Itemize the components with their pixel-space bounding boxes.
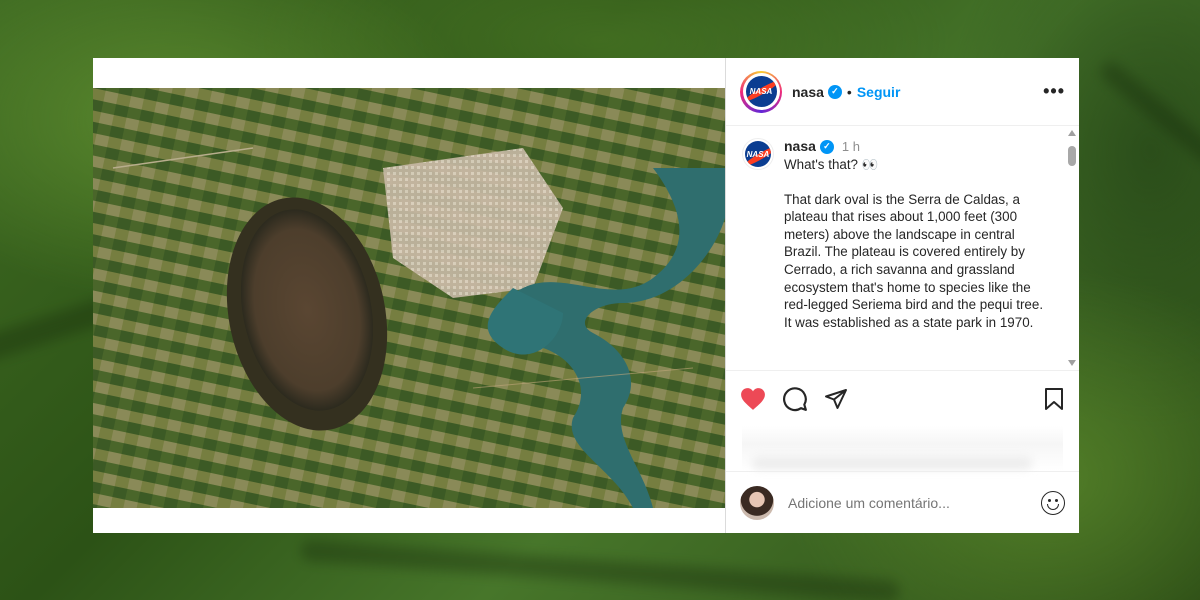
caption-username[interactable]: nasa xyxy=(784,138,816,156)
scroll-thumb[interactable] xyxy=(1068,146,1076,166)
nasa-logo: NASA xyxy=(745,76,777,107)
instagram-post: NASA nasa ✓ • Seguir ••• NASA nasa ✓ 1 h xyxy=(93,58,1079,533)
caption-first-line: What's that? 👀 xyxy=(784,157,879,172)
action-bar xyxy=(726,370,1079,426)
header-username[interactable]: nasa xyxy=(792,84,824,100)
scroll-up-arrow-icon[interactable] xyxy=(1068,130,1076,136)
caption-scrollbar[interactable] xyxy=(1067,130,1077,366)
post-image[interactable] xyxy=(93,58,725,533)
caption-text-block: nasa ✓ 1 h What's that? 👀 That dark oval… xyxy=(784,138,1051,331)
satellite-image xyxy=(93,88,725,508)
post-header: NASA nasa ✓ • Seguir ••• xyxy=(726,58,1079,126)
comment-button[interactable] xyxy=(782,386,808,412)
verified-badge-icon: ✓ xyxy=(827,84,842,99)
separator-dot: • xyxy=(846,83,852,100)
heart-icon xyxy=(741,387,765,410)
likes-section-blurred xyxy=(742,426,1063,471)
more-options-icon[interactable]: ••• xyxy=(1043,81,1065,102)
smiley-icon[interactable] xyxy=(1041,490,1065,515)
story-avatar[interactable]: NASA xyxy=(740,70,782,113)
post-sidebar: NASA nasa ✓ • Seguir ••• NASA nasa ✓ 1 h xyxy=(725,58,1079,533)
background-leaf-vein xyxy=(1096,58,1200,202)
current-user-avatar xyxy=(740,485,774,520)
background-leaf-vein xyxy=(299,539,901,600)
bookmark-icon xyxy=(1045,387,1063,410)
scroll-down-arrow-icon[interactable] xyxy=(1068,360,1076,366)
verified-badge-icon: ✓ xyxy=(819,140,834,154)
caption-body: That dark oval is the Serra de Caldas, a… xyxy=(784,191,1044,330)
comment-input[interactable] xyxy=(788,494,1041,511)
caption-avatar[interactable]: NASA xyxy=(742,138,774,170)
comment-icon xyxy=(783,386,807,411)
caption-scroll-area[interactable]: NASA nasa ✓ 1 h What's that? 👀 That dark… xyxy=(726,126,1079,370)
save-button[interactable] xyxy=(1043,387,1065,411)
like-button[interactable] xyxy=(740,387,766,411)
share-button[interactable] xyxy=(824,387,848,411)
follow-button[interactable]: Seguir xyxy=(857,84,901,100)
comment-composer xyxy=(726,471,1079,533)
post-timestamp[interactable]: 1 h xyxy=(842,138,860,156)
send-icon xyxy=(825,388,847,409)
